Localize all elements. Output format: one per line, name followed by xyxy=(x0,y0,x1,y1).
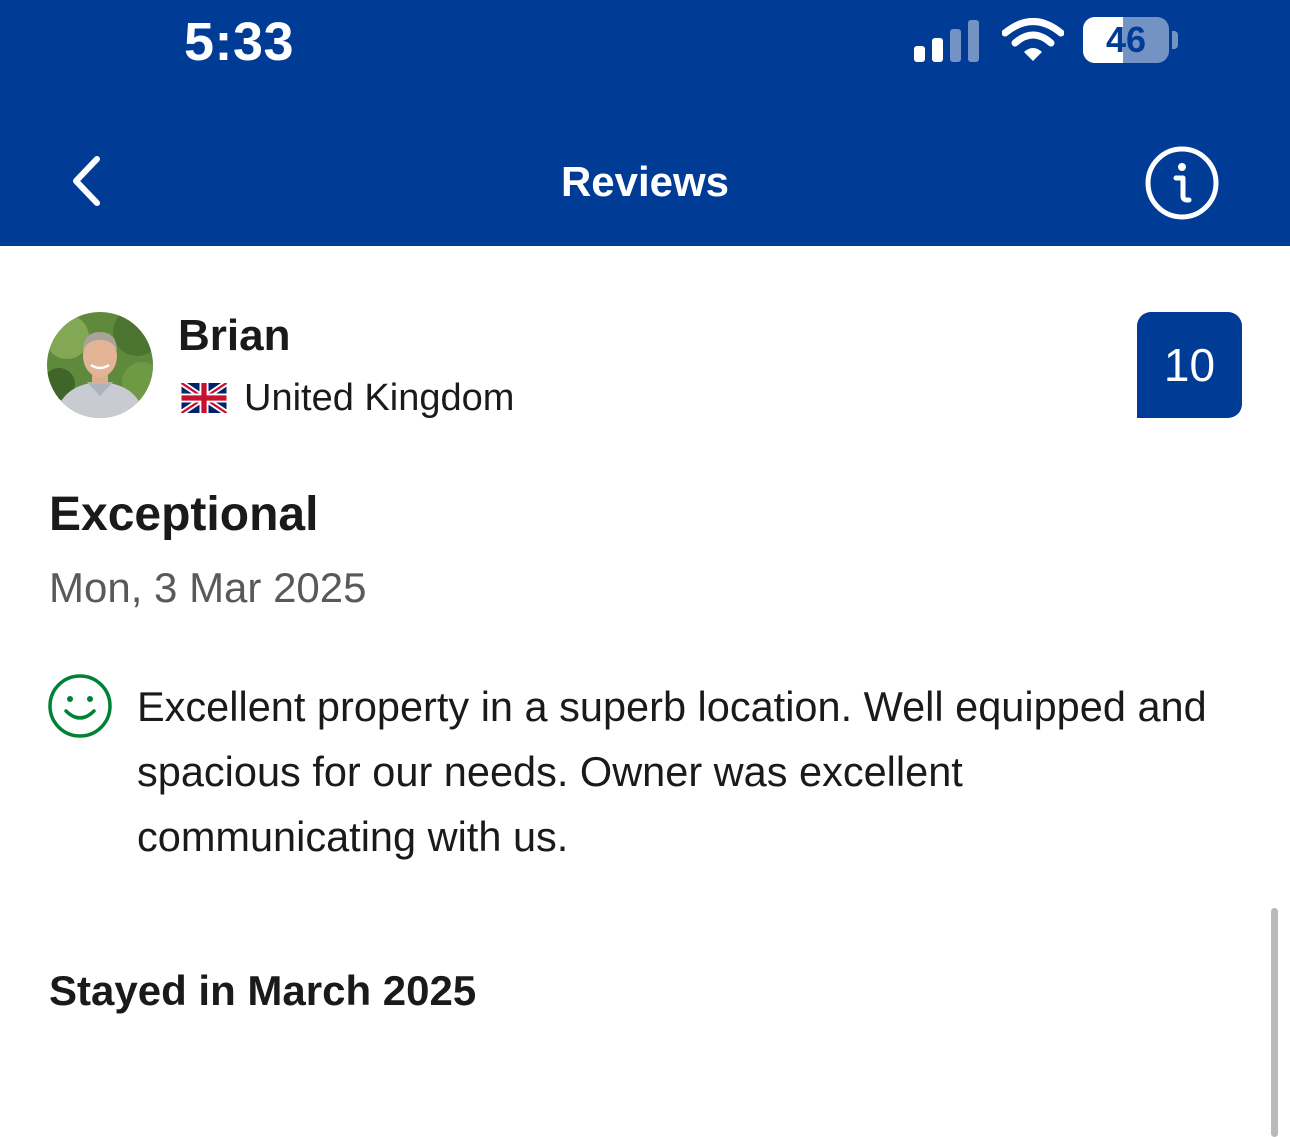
scrollbar[interactable] xyxy=(1271,908,1278,1137)
battery-percentage: 46 xyxy=(1105,19,1147,60)
uk-flag-icon xyxy=(181,383,227,413)
reviewer-country: United Kingdom xyxy=(244,377,515,419)
smile-icon xyxy=(48,674,112,738)
review-date: Mon, 3 Mar 2025 xyxy=(49,564,367,611)
cellular-signal-icon xyxy=(914,20,979,62)
reviewer-name: Brian xyxy=(178,311,291,360)
stay-period: Stayed in March 2025 xyxy=(49,967,477,1014)
score-badge: 10 xyxy=(1137,312,1242,418)
info-button[interactable] xyxy=(1142,143,1222,223)
app-header: 5:33 46 Reviews xyxy=(0,0,1290,246)
status-time: 5:33 xyxy=(184,12,295,72)
rating-word: Exceptional xyxy=(49,488,319,541)
avatar xyxy=(47,312,153,418)
page-title: Reviews xyxy=(560,158,730,205)
wifi-icon xyxy=(1002,18,1064,61)
battery-icon: 46 xyxy=(1083,17,1179,63)
positive-review-text: Excellent property in a superb location.… xyxy=(137,683,1207,860)
